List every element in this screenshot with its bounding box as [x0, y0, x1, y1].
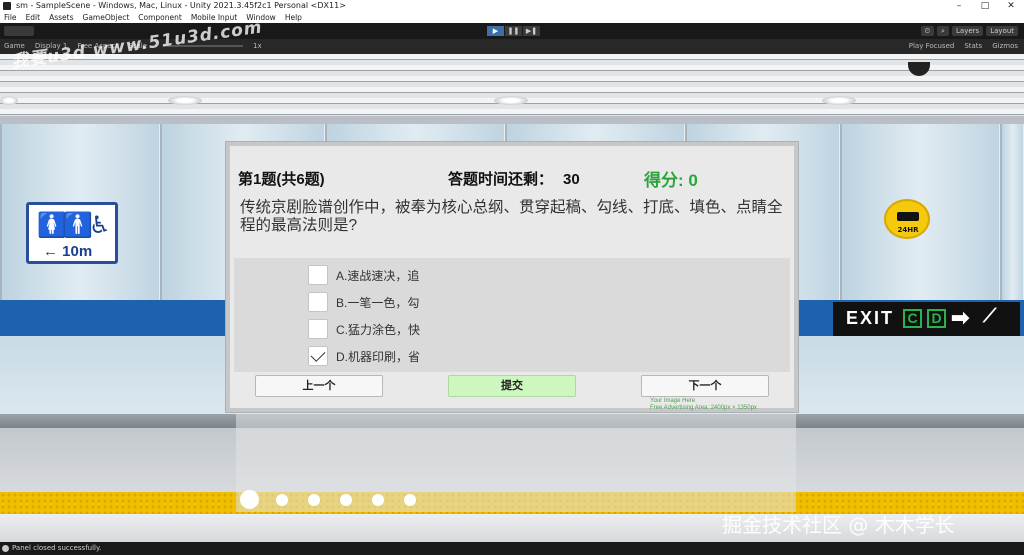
window-title: sm - SampleScene - Windows, Mac, Linux -…	[16, 1, 346, 10]
close-button[interactable]: ✕	[998, 0, 1024, 12]
option-a[interactable]: A.速战速决，追	[308, 265, 419, 285]
next-button[interactable]: 下一个	[641, 375, 769, 397]
stats-button[interactable]: Stats	[964, 39, 982, 54]
menu-file[interactable]: File	[4, 12, 17, 23]
info-icon	[2, 545, 9, 552]
search-icon[interactable]: ⌕	[937, 26, 950, 36]
ceiling-light	[822, 96, 856, 105]
wheelchair-icon: ♿	[89, 211, 111, 239]
gizmos-button[interactable]: Gizmos	[992, 39, 1018, 54]
ceiling-light	[168, 96, 202, 105]
timer: 答题时间还剩： 30	[448, 168, 580, 189]
exit-word: EXIT	[846, 308, 895, 328]
scale-value: 1x	[253, 42, 262, 50]
ceiling-light	[0, 96, 18, 105]
female-icon: 🚺	[37, 211, 67, 239]
checkmark-icon	[310, 347, 326, 362]
male-icon: 🚹	[63, 211, 93, 239]
option-d-label: D.机器印刷，省	[336, 349, 421, 364]
progress-dot[interactable]	[372, 494, 384, 506]
timer-value: 30	[563, 171, 580, 188]
option-d[interactable]: D.机器印刷，省	[308, 346, 420, 366]
status-message: Panel closed successfully.	[12, 544, 102, 552]
step-button[interactable]: ▶❚	[523, 26, 540, 36]
restroom-distance: ← 10m	[43, 243, 93, 260]
layout-dropdown[interactable]: Layout	[986, 26, 1018, 36]
option-b-label: B.一笔一色，勾	[336, 295, 420, 310]
unity-editor-window: sm - SampleScene - Windows, Mac, Linux -…	[0, 0, 1024, 555]
escalator-icon: ⟋	[983, 306, 997, 327]
menu-edit[interactable]: Edit	[26, 12, 41, 23]
progress-dot[interactable]	[340, 494, 352, 506]
progress-dots	[236, 488, 796, 512]
pause-button[interactable]: ❚❚	[505, 26, 522, 36]
window-controls: – □ ✕	[946, 0, 1024, 12]
maximize-button[interactable]: □	[972, 0, 998, 12]
ceiling	[0, 54, 1024, 124]
menu-component[interactable]: Component	[138, 12, 182, 23]
cctv-label: 24HR	[897, 226, 919, 234]
history-icon[interactable]: ⏲	[920, 26, 935, 36]
question-number: 第1题(共6题)	[238, 171, 325, 188]
option-c-checkbox[interactable]	[308, 319, 328, 339]
restroom-sign: 🚺 🚹 ♿ ← 10m	[26, 202, 118, 264]
prev-button[interactable]: 上一个	[255, 375, 383, 397]
exit-sign: EXIT C D ➡ ⟋	[833, 302, 1020, 336]
quiz-header: 第1题(共6题) 答题时间还剩： 30 得分: 0	[238, 158, 786, 192]
submit-button[interactable]: 提交	[448, 375, 576, 397]
option-c-label: C.猛力涂色，快	[336, 322, 421, 337]
title-bar: sm - SampleScene - Windows, Mac, Linux -…	[0, 0, 1024, 12]
play-controls: ▶ ❚❚ ▶❚	[487, 26, 541, 36]
score: 得分: 0	[644, 171, 698, 190]
account-button[interactable]	[4, 26, 34, 36]
ad-line-2: Free Advertising Area: 2400px × 1350px	[650, 405, 757, 411]
menu-bar: File Edit Assets GameObject Component Mo…	[0, 12, 1024, 23]
question-text: 传统京剧脸谱创作中，被奉为核心总纲、贯穿起稿、勾线、打底、填色、点睛全程的最高法…	[240, 199, 783, 234]
play-button[interactable]: ▶	[487, 26, 504, 36]
layers-dropdown[interactable]: Layers	[952, 26, 984, 36]
ad-line-1: Your Image Here	[650, 398, 696, 404]
ceiling-light	[494, 96, 528, 105]
option-b-checkbox[interactable]	[308, 292, 328, 312]
exit-d-badge: D	[927, 309, 946, 328]
option-a-checkbox[interactable]	[308, 265, 328, 285]
option-a-label: A.速战速决，追	[336, 268, 420, 283]
option-d-checkbox[interactable]	[308, 346, 328, 366]
menu-assets[interactable]: Assets	[49, 12, 73, 23]
game-view: 🚺 🚹 ♿ ← 10m 24HR EXIT C D ➡ ⟋ 第1题(共6题) 答…	[0, 54, 1024, 542]
camera-icon	[897, 212, 919, 221]
ad-placeholder: Your Image Here Free Advertising Area: 2…	[650, 398, 757, 412]
cctv-sign: 24HR	[884, 199, 930, 239]
menu-help[interactable]: Help	[285, 12, 302, 23]
options-list: A.速战速决，追 B.一笔一色，勾 C.猛力涂色，快 D.机器印刷，省	[234, 258, 790, 372]
timer-label: 答题时间还剩：	[448, 171, 554, 188]
ceiling-strip	[0, 116, 1024, 124]
arrow-right-icon: ➡	[951, 305, 970, 330]
minimize-button[interactable]: –	[946, 0, 972, 12]
watermark-juejin: 掘金技术社区 @ 木木学长	[722, 513, 955, 537]
option-b[interactable]: B.一笔一色，勾	[308, 292, 419, 312]
play-focused-dropdown[interactable]: Play Focused	[909, 39, 955, 54]
progress-dot[interactable]	[404, 494, 416, 506]
progress-dot[interactable]	[276, 494, 288, 506]
toolbar-right: ⏲ ⌕ Layers Layout	[918, 26, 1018, 36]
quiz-panel: 第1题(共6题) 答题时间还剩： 30 得分: 0 传统京剧脸谱创作中，被奉为核心…	[226, 142, 798, 412]
unity-logo-icon	[3, 2, 11, 10]
option-c[interactable]: C.猛力涂色，快	[308, 319, 420, 339]
menu-gameobject[interactable]: GameObject	[83, 12, 130, 23]
exit-c-badge: C	[903, 309, 922, 328]
progress-dot[interactable]	[308, 494, 320, 506]
status-bar: Panel closed successfully.	[0, 542, 1024, 555]
progress-dot-current[interactable]	[240, 490, 259, 509]
